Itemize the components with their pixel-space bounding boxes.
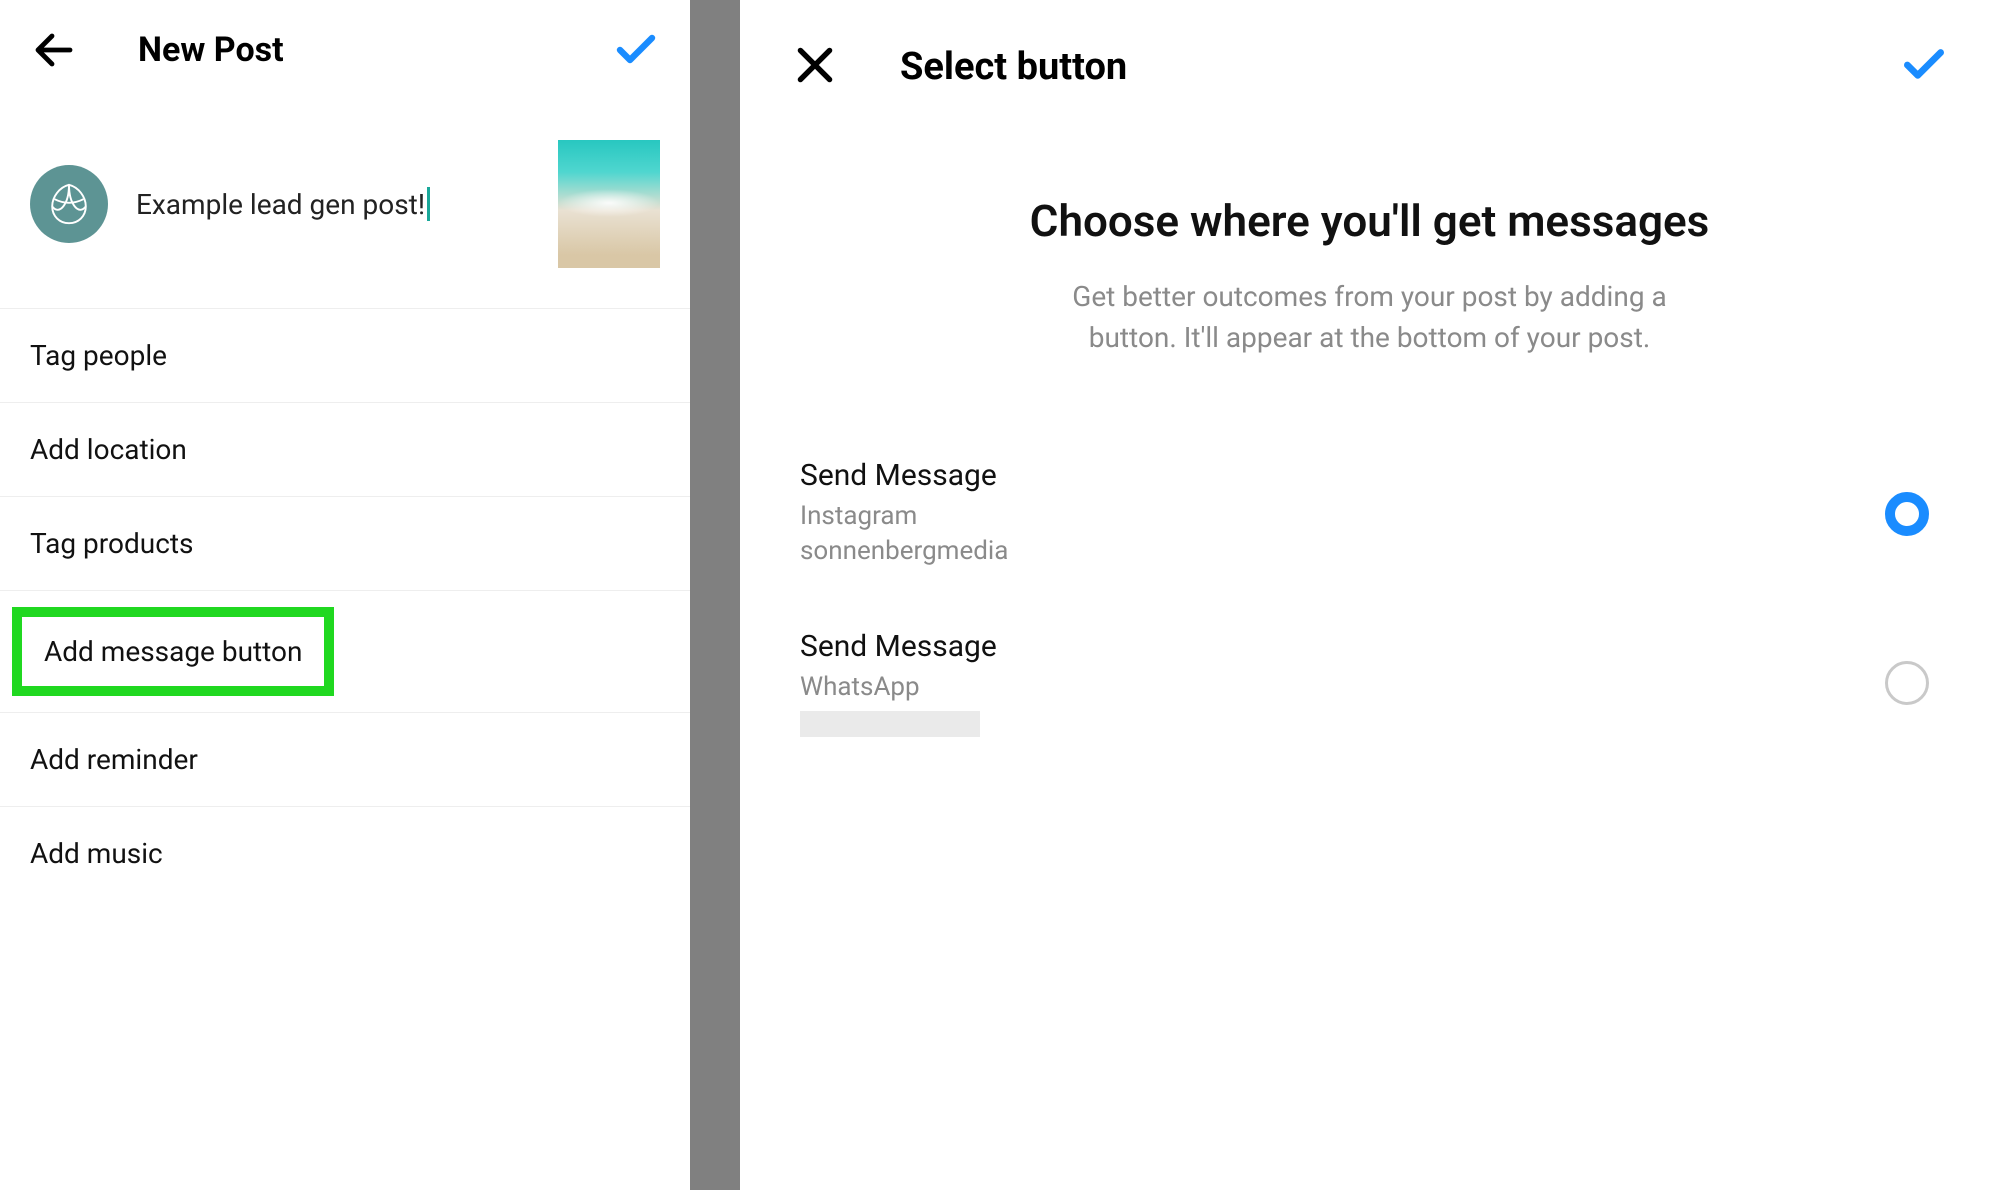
- panel-divider: [690, 0, 740, 1190]
- row-label: Add location: [30, 433, 187, 466]
- check-icon: [612, 25, 660, 75]
- text-cursor: [427, 187, 430, 221]
- caption-input[interactable]: Example lead gen post!: [136, 187, 538, 221]
- back-button[interactable]: [30, 25, 78, 75]
- section-heading: Choose where you'll get messages: [800, 194, 1939, 249]
- new-post-screen: New Post Example lead gen post!: [0, 0, 690, 1190]
- row-tag-products[interactable]: Tag products: [0, 497, 690, 591]
- row-label: Tag people: [30, 339, 167, 372]
- section-subtext: Get better outcomes from your post by ad…: [1050, 277, 1690, 358]
- avatar-icon: [45, 180, 93, 228]
- choice-title: Send Message: [800, 629, 1885, 664]
- choice-list: Send Message Instagram sonnenbergmedia S…: [800, 428, 1939, 767]
- close-icon: [790, 40, 840, 90]
- post-thumbnail[interactable]: [558, 140, 660, 268]
- select-button-screen: Select button Choose where you'll get me…: [740, 0, 1999, 1190]
- choice-account: sonnenbergmedia: [800, 534, 1885, 569]
- row-label: Add message button: [44, 635, 302, 668]
- radio-selected[interactable]: [1885, 492, 1929, 536]
- row-label: Tag products: [30, 527, 193, 560]
- choice-info: Send Message WhatsApp: [800, 629, 1885, 737]
- check-icon: [1899, 40, 1949, 90]
- redacted-account: [800, 711, 980, 737]
- row-add-location[interactable]: Add location: [0, 403, 690, 497]
- page-title: Select button: [900, 45, 1127, 89]
- header: Select button: [740, 0, 1999, 124]
- row-add-message-button-container: Add message button: [0, 591, 690, 713]
- confirm-button[interactable]: [1899, 40, 1949, 94]
- caption-text: Example lead gen post!: [136, 188, 425, 221]
- row-add-music[interactable]: Add music: [0, 807, 690, 900]
- choice-platform: WhatsApp: [800, 670, 1885, 705]
- close-button[interactable]: [790, 40, 840, 94]
- choice-title: Send Message: [800, 458, 1885, 493]
- page-title: New Post: [138, 30, 284, 70]
- choice-instagram[interactable]: Send Message Instagram sonnenbergmedia: [800, 428, 1929, 599]
- header: New Post: [0, 0, 690, 100]
- row-add-message-button[interactable]: Add message button: [12, 607, 334, 696]
- row-tag-people[interactable]: Tag people: [0, 309, 690, 403]
- choice-platform: Instagram: [800, 499, 1885, 534]
- choice-info: Send Message Instagram sonnenbergmedia: [800, 458, 1885, 569]
- confirm-button[interactable]: [612, 25, 660, 75]
- choice-whatsapp[interactable]: Send Message WhatsApp: [800, 599, 1929, 767]
- row-label: Add reminder: [30, 743, 198, 776]
- avatar[interactable]: [30, 165, 108, 243]
- body: Choose where you'll get messages Get bet…: [740, 124, 1999, 767]
- compose-row: Example lead gen post!: [0, 100, 690, 309]
- radio-unselected[interactable]: [1885, 661, 1929, 705]
- row-label: Add music: [30, 837, 163, 870]
- arrow-left-icon: [30, 25, 78, 75]
- row-add-reminder[interactable]: Add reminder: [0, 713, 690, 807]
